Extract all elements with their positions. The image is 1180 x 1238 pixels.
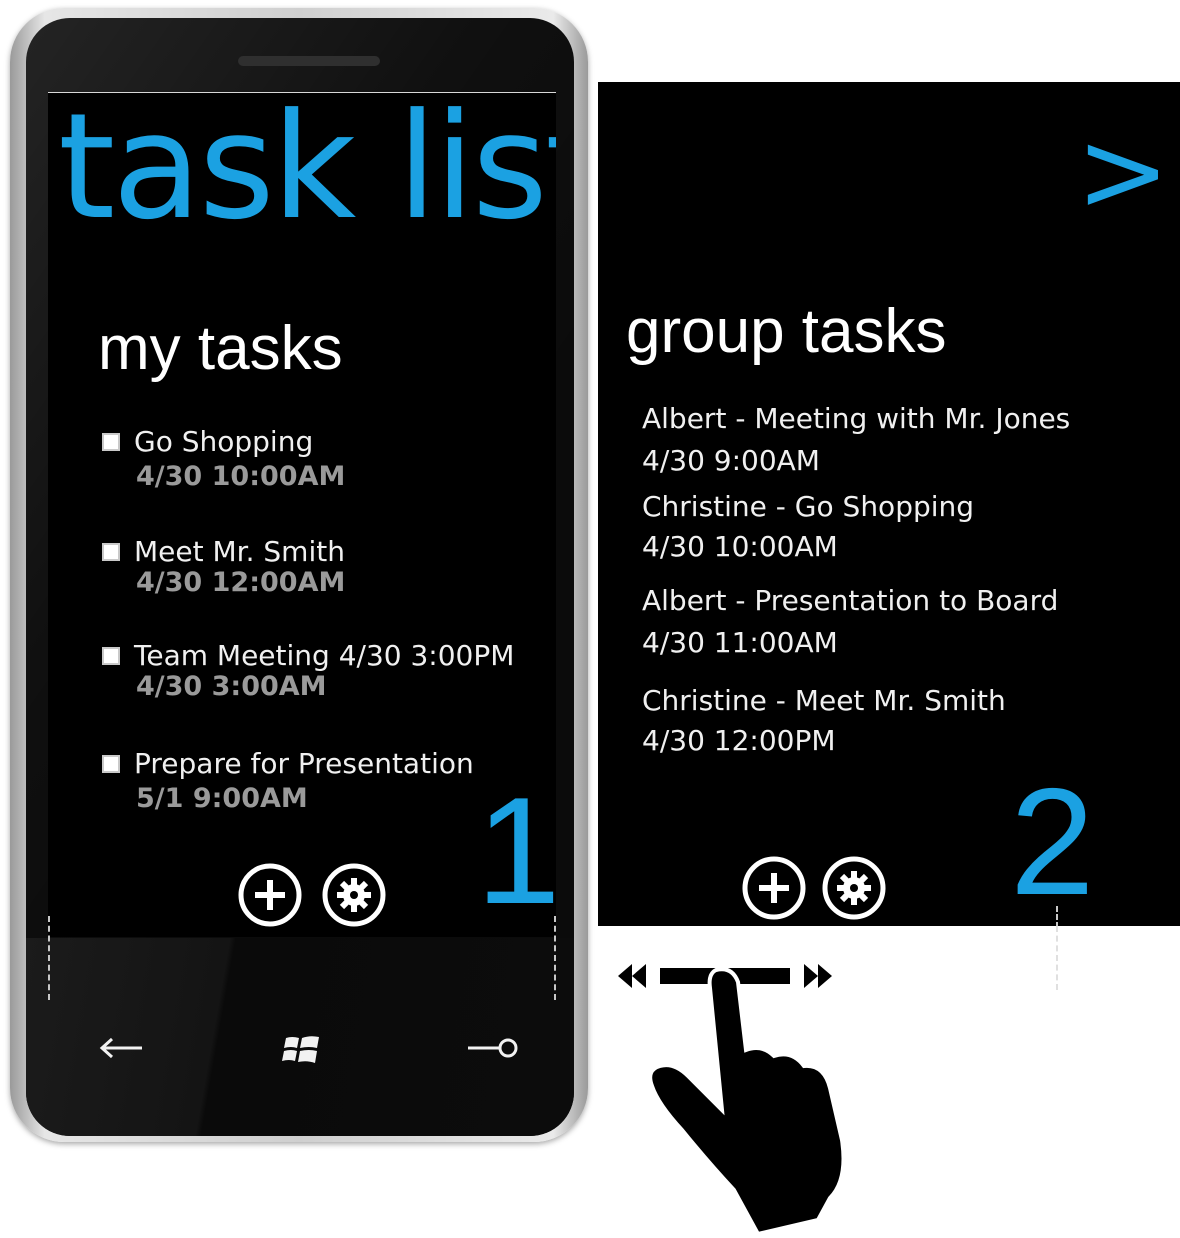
add-icon[interactable] — [238, 863, 302, 927]
swipe-gesture-illustration — [618, 964, 846, 1237]
group-task-time: 4/30 12:00PM — [642, 724, 836, 757]
search-icon[interactable] — [466, 1036, 520, 1060]
panorama-screen: task list my tasks Go Shopping 4/30 10:0… — [48, 92, 556, 937]
swipe-left-arrow-icon — [618, 964, 646, 988]
task-title: Prepare for Presentation — [134, 747, 474, 780]
guide-line — [1056, 926, 1058, 990]
task-title: Meet Mr. Smith — [134, 535, 345, 568]
guide-line — [554, 916, 556, 1000]
panel-number: 1 — [476, 766, 556, 936]
list-item[interactable]: Go Shopping 4/30 10:00AM — [102, 425, 542, 493]
group-task-title[interactable]: Albert - Presentation to Board — [642, 584, 1058, 617]
windows-icon[interactable] — [282, 1032, 322, 1068]
task-title: Team Meeting 4/30 3:00PM — [134, 639, 515, 672]
add-icon[interactable] — [742, 856, 806, 920]
phone-body: task list my tasks Go Shopping 4/30 10:0… — [26, 18, 574, 1136]
phone-device: task list my tasks Go Shopping 4/30 10:0… — [10, 8, 588, 1142]
task-checkbox[interactable] — [102, 543, 120, 561]
group-task-time: 4/30 11:00AM — [642, 626, 838, 659]
panel-number: 2 — [1010, 757, 1095, 926]
section-header-my-tasks: my tasks — [98, 314, 343, 383]
back-icon[interactable] — [98, 1036, 146, 1060]
task-due: 5/1 9:00AM — [136, 783, 308, 814]
swipe-right-arrow-icon — [804, 964, 832, 988]
group-task-title[interactable]: Christine - Go Shopping — [642, 490, 974, 523]
section-header-group-tasks: group tasks — [626, 297, 947, 366]
guide-line — [1056, 906, 1058, 926]
list-item[interactable]: Team Meeting 4/30 3:00PM 4/30 3:00AM — [102, 639, 542, 707]
task-checkbox[interactable] — [102, 433, 120, 451]
task-due: 4/30 3:00AM — [136, 671, 327, 702]
page-title: task list — [58, 92, 556, 252]
group-task-title[interactable]: Christine - Meet Mr. Smith — [642, 684, 1006, 717]
hand-pointer-icon — [648, 967, 846, 1237]
task-due: 4/30 12:00AM — [136, 567, 346, 598]
next-chevron-icon[interactable]: > — [1076, 116, 1170, 228]
task-title: Go Shopping — [134, 425, 314, 458]
group-task-time: 4/30 10:00AM — [642, 530, 838, 563]
group-task-title[interactable]: Albert - Meeting with Mr. Jones — [642, 402, 1070, 435]
earpiece-speaker — [238, 56, 380, 66]
task-checkbox[interactable] — [102, 755, 120, 773]
settings-icon[interactable] — [322, 863, 386, 927]
guide-line — [48, 916, 50, 1000]
task-due: 4/30 10:00AM — [136, 461, 346, 492]
panorama-panel-group-tasks: > group tasks Albert - Meeting with Mr. … — [598, 82, 1180, 926]
task-checkbox[interactable] — [102, 647, 120, 665]
settings-icon[interactable] — [822, 856, 886, 920]
group-task-time: 4/30 9:00AM — [642, 444, 820, 477]
list-item[interactable]: Meet Mr. Smith 4/30 12:00AM — [102, 535, 542, 603]
